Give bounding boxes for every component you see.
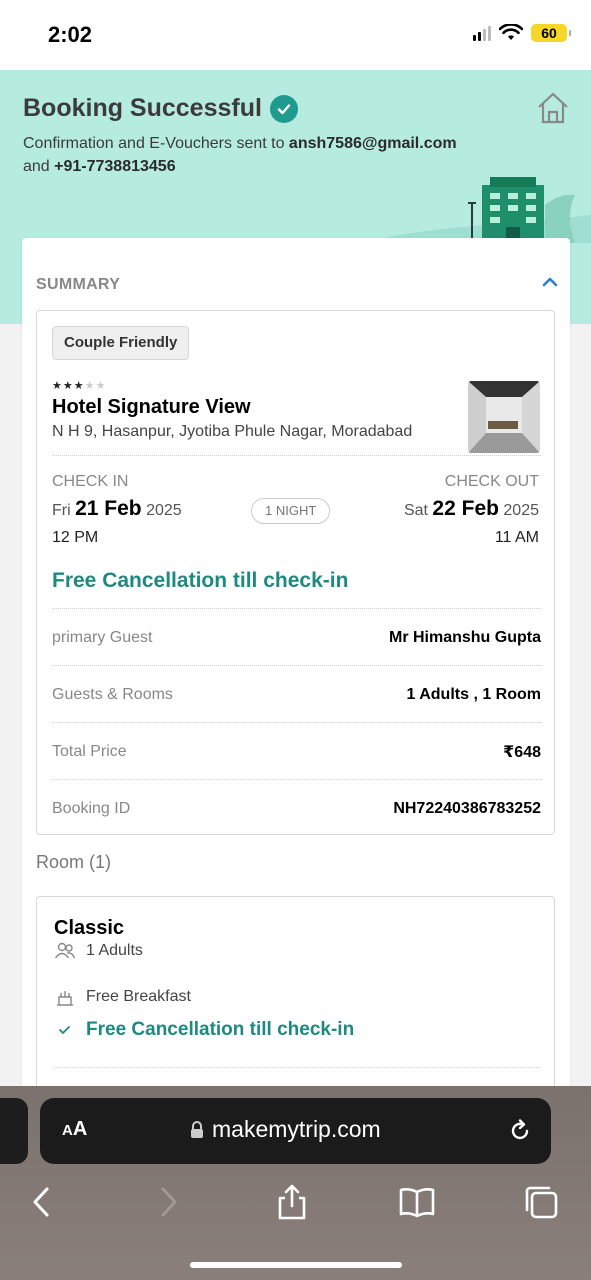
row-label: Guests & Rooms	[52, 685, 173, 703]
star-rating: ★★★★★	[52, 380, 107, 392]
summary-label: SUMMARY	[36, 276, 121, 293]
url-display[interactable]: makemytrip.com	[190, 1116, 381, 1143]
home-icon[interactable]	[535, 90, 571, 126]
room-guests-text: 1 Adults	[86, 942, 143, 959]
row-value: NH72240386783252	[393, 799, 541, 817]
hotel-building-illustration	[360, 177, 591, 243]
check-in-date: Fri 21 Feb 2025	[52, 497, 182, 520]
guests-icon	[54, 942, 76, 959]
row-label: primary Guest	[52, 628, 153, 646]
summary-card: SUMMARY Couple Friendly ★★★★★ Hotel Sign…	[22, 238, 570, 1096]
summary-row-total-price: Total Price ₹648	[52, 723, 541, 780]
hotel-address: N H 9, Hasanpur, Jyotiba Phule Nagar, Mo…	[52, 423, 413, 440]
free-cancellation-text: Free Cancellation till check-in	[52, 569, 349, 592]
check-out-date: Sat 22 Feb 2025	[403, 497, 539, 520]
hotel-name[interactable]: Hotel Signature View	[52, 396, 251, 419]
summary-row-primary-guest: primary Guest Mr Himanshu Gupta	[52, 609, 541, 666]
room-cancellation-text: Free Cancellation till check-in	[86, 1019, 355, 1040]
checkmark-icon	[59, 1026, 70, 1035]
reader-options-button[interactable]: AA	[62, 1118, 87, 1141]
browser-nav-row	[0, 1184, 591, 1224]
divider	[54, 1067, 539, 1068]
phone-number: +91-7738813456	[54, 158, 176, 175]
confirmation-mid: and	[23, 158, 55, 175]
row-value: 1 Adults , 1 Room	[406, 685, 541, 703]
row-value: Mr Himanshu Gupta	[388, 628, 541, 646]
room-card: Classic 1 Adults Free Breakfast Free Can…	[36, 896, 555, 1096]
room-cancellation: Free Cancellation till check-in	[54, 1019, 354, 1041]
room-meal: Free Breakfast	[54, 987, 191, 1007]
home-indicator[interactable]	[190, 1262, 402, 1268]
status-icons: 60	[473, 24, 571, 42]
back-icon[interactable]	[24, 1184, 60, 1220]
check-out-time: 11 AM	[494, 529, 539, 546]
confirmation-text: Confirmation and E-Vouchers sent to ansh…	[23, 132, 493, 178]
row-label: Booking ID	[52, 799, 131, 817]
status-bar: 2:02 60	[0, 0, 591, 70]
breakfast-icon	[57, 991, 73, 1006]
room-name: Classic	[54, 917, 125, 939]
summary-row-guests-rooms: Guests & Rooms 1 Adults , 1 Room	[52, 666, 541, 723]
url-text: makemytrip.com	[212, 1116, 381, 1142]
check-circle-icon	[269, 94, 298, 123]
check-in-time: 12 PM	[52, 529, 99, 546]
lock-icon	[191, 1120, 203, 1138]
cellular-signal-icon	[473, 25, 491, 41]
wifi-icon	[499, 24, 523, 40]
summary-row-booking-id: Booking ID NH72240386783252	[52, 780, 541, 837]
row-value: ₹648	[503, 743, 541, 761]
check-in-label: CHECK IN	[52, 473, 129, 490]
address-bar[interactable]: AA makemytrip.com	[40, 1098, 551, 1164]
hotel-photo[interactable]	[468, 381, 540, 453]
battery-indicator: 60	[531, 24, 571, 42]
check-out-label: CHECK OUT	[444, 473, 539, 490]
chevron-up-icon[interactable]	[540, 272, 560, 292]
forward-icon[interactable]	[150, 1184, 186, 1220]
reload-icon[interactable]	[507, 1118, 533, 1144]
title-row: Booking Successful	[23, 94, 298, 123]
divider	[52, 455, 541, 456]
nights-badge: 1 NIGHT	[251, 498, 331, 524]
email-address: ansh7586@gmail.com	[288, 135, 457, 152]
page-title: Booking Successful	[23, 94, 262, 122]
room-guests: 1 Adults	[54, 941, 143, 961]
browser-toolbar: AA makemytrip.com	[0, 1086, 591, 1280]
confirmation-prefix: Confirmation and E-Vouchers sent to	[23, 135, 289, 152]
tabs-icon[interactable]	[523, 1184, 559, 1220]
couple-friendly-tag: Couple Friendly	[52, 326, 190, 360]
row-label: Total Price	[52, 742, 127, 760]
previous-tab-preview[interactable]	[0, 1098, 28, 1164]
room-meal-text: Free Breakfast	[86, 988, 191, 1005]
room-heading: Room (1)	[36, 852, 112, 872]
hotel-details-box: Couple Friendly ★★★★★ Hotel Signature Vi…	[36, 310, 555, 835]
status-time: 2:02	[48, 22, 93, 47]
bookmarks-icon[interactable]	[399, 1184, 435, 1220]
share-icon[interactable]	[274, 1184, 310, 1220]
